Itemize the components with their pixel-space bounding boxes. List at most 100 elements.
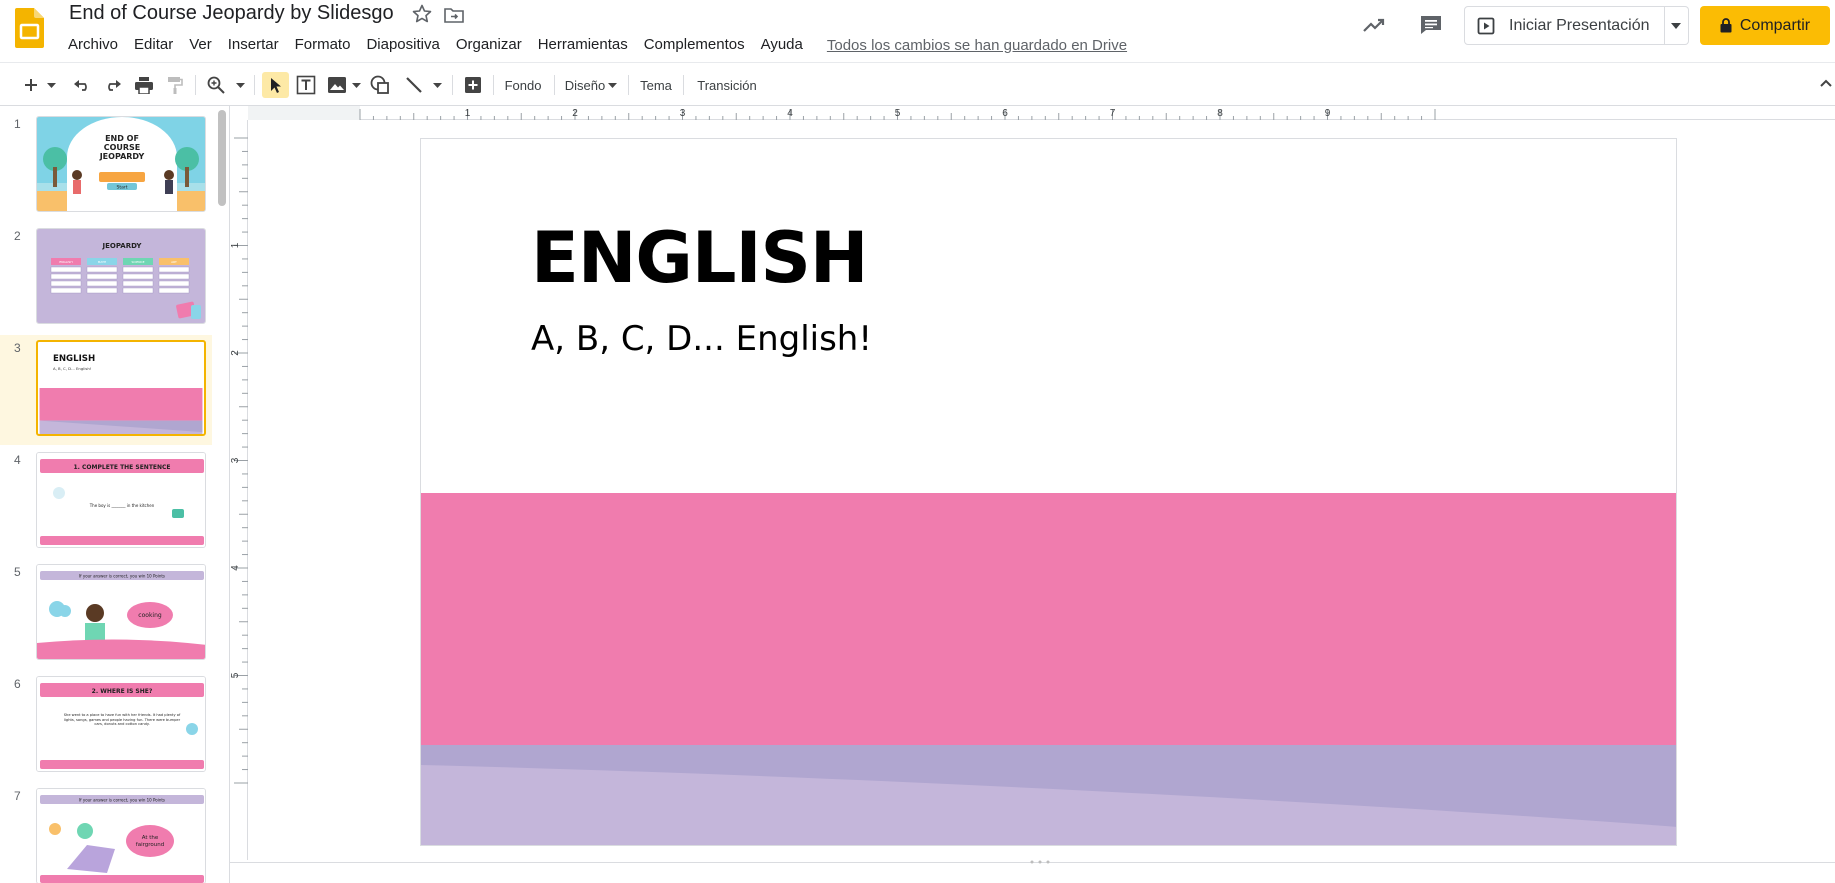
new-slide-button[interactable] [20, 72, 42, 98]
filmstrip-slide-7[interactable]: 7 If your answer is correct, you win 10 … [0, 783, 212, 883]
horizontal-ruler[interactable]: 1 2 3 4 5 6 7 8 9 [248, 106, 1835, 120]
ruler-number: 5 [895, 108, 901, 119]
redo-icon [108, 80, 121, 91]
speaker-notes-handle[interactable] [230, 859, 1835, 883]
insert-image-dropdown[interactable] [350, 72, 362, 98]
slide-title-text[interactable]: ENGLISH [531, 217, 869, 299]
slide-2-title: JEOPARDY [101, 242, 142, 250]
filmstrip-slide-5[interactable]: 5 If your answer is correct, you win 10 … [0, 559, 212, 669]
drag-handle-icon[interactable] [1028, 859, 1052, 865]
column-label: MATH [98, 260, 107, 264]
slide-number: 2 [14, 229, 21, 243]
menu-herramientas[interactable]: Herramientas [530, 34, 636, 56]
caret-down-icon [351, 82, 361, 88]
transition-button[interactable]: Transición [690, 72, 764, 98]
select-tool-button[interactable] [262, 72, 289, 98]
insert-image-button[interactable] [325, 72, 349, 98]
slide-2-illustration: JEOPARDY ENGLISH MATH SCIENCE ART [37, 229, 205, 323]
slide-thumbnail[interactable]: JEOPARDY ENGLISH MATH SCIENCE ART [36, 228, 206, 324]
print-button[interactable] [132, 72, 156, 98]
slide-number: 3 [14, 341, 21, 355]
lilac-wave-shape[interactable] [421, 745, 1677, 846]
redo-button[interactable] [101, 72, 125, 98]
slide-5-bubble: cooking [138, 612, 162, 619]
filmstrip-scrollbar[interactable] [218, 110, 226, 206]
slide-1-start-label: Start [117, 185, 128, 191]
slide-5-banner: If your answer is correct, you win 10 Po… [79, 574, 165, 579]
document-title[interactable]: End of Course Jeopardy by Slidesgo [69, 2, 394, 25]
slide-subtitle-text[interactable]: A, B, C, D... English! [531, 319, 872, 359]
background-button[interactable]: Fondo [498, 72, 548, 98]
paint-roller-icon [168, 77, 183, 94]
current-slide[interactable]: ENGLISH A, B, C, D... English! [420, 138, 1677, 846]
ruler-number: 2 [230, 350, 241, 356]
filmstrip-slide-2[interactable]: 2 JEOPARDY ENGLISH MATH SCIENCE ART [0, 223, 212, 333]
menu-ayuda[interactable]: Ayuda [753, 34, 811, 56]
filmstrip-slide-3[interactable]: 3 ENGLISH A, B, C, D... English! [0, 335, 212, 445]
move-to-folder-icon[interactable] [443, 4, 465, 26]
slide-3-illustration: ENGLISH A, B, C, D... English! [39, 342, 203, 434]
chevron-up-icon[interactable] [1818, 75, 1834, 91]
menu-diapositiva[interactable]: Diapositiva [358, 34, 447, 56]
slide-thumbnail[interactable]: If your answer is correct, you win 10 Po… [36, 564, 206, 660]
slide-thumbnail[interactable]: If your answer is correct, you win 10 Po… [36, 788, 206, 883]
app-header: End of Course Jeopardy by Slidesgo Archi… [0, 0, 1835, 62]
column-label: SCIENCE [131, 260, 144, 264]
zoom-dropdown[interactable] [233, 72, 247, 98]
menu-complementos[interactable]: Complementos [636, 34, 753, 56]
slide-7-banner: If your answer is correct, you win 10 Po… [79, 798, 165, 803]
paint-format-button[interactable] [163, 72, 187, 98]
line-button[interactable] [402, 72, 426, 98]
present-options-dropdown[interactable] [1664, 6, 1689, 45]
ruler-number: 7 [1110, 108, 1116, 119]
star-icon[interactable] [410, 2, 434, 26]
slide-filmstrip: 1 END OF COURSE JEOPARDY Start 2 JEOPARD… [0, 106, 230, 883]
slide-thumbnail[interactable]: 2. WHERE IS SHE? She went to a place to … [36, 676, 206, 772]
zoom-button[interactable] [204, 72, 228, 98]
new-slide-dropdown[interactable] [44, 72, 58, 98]
slide-6-illustration: 2. WHERE IS SHE? She went to a place to … [37, 677, 205, 771]
menu-insertar[interactable]: Insertar [220, 34, 287, 56]
slides-logo-icon[interactable] [15, 8, 44, 48]
theme-button[interactable]: Tema [634, 72, 678, 98]
print-icon [135, 76, 153, 94]
slide-number: 1 [14, 117, 21, 131]
slide-thumbnail[interactable]: 1. COMPLETE THE SENTENCE The boy is ____… [36, 452, 206, 548]
ruler-number: 5 [230, 672, 241, 678]
filmstrip-slide-4[interactable]: 4 1. COMPLETE THE SENTENCE The boy is __… [0, 447, 212, 557]
menu-formato[interactable]: Formato [287, 34, 359, 56]
slide-thumbnail[interactable]: ENGLISH A, B, C, D... English! [36, 340, 206, 436]
save-status-link[interactable]: Todos los cambios se han guardado en Dri… [827, 37, 1127, 54]
shape-button[interactable] [368, 72, 392, 98]
undo-button[interactable] [70, 72, 94, 98]
slide-1-illustration: END OF COURSE JEOPARDY Start [37, 117, 205, 211]
slide-thumbnail[interactable]: END OF COURSE JEOPARDY Start [36, 116, 206, 212]
menu-archivo[interactable]: Archivo [60, 34, 126, 56]
comments-icon[interactable] [1418, 13, 1444, 37]
insert-comment-button[interactable] [461, 72, 485, 98]
caret-down-icon [608, 82, 618, 88]
caret-down-icon [235, 82, 245, 88]
filmstrip-slide-6[interactable]: 6 2. WHERE IS SHE? She went to a place t… [0, 671, 212, 781]
present-button[interactable]: Iniciar Presentación [1464, 6, 1665, 45]
text-box-button[interactable] [294, 72, 318, 98]
activity-trend-icon[interactable] [1361, 13, 1389, 37]
background-label: Fondo [504, 77, 542, 93]
share-button[interactable]: Compartir [1700, 6, 1830, 45]
present-group: Iniciar Presentación [1464, 6, 1689, 45]
pink-band-shape[interactable] [421, 493, 1676, 746]
layout-button[interactable]: Diseño [560, 72, 622, 98]
line-dropdown[interactable] [431, 72, 443, 98]
slide-4-title: 1. COMPLETE THE SENTENCE [73, 464, 170, 471]
menu-organizar[interactable]: Organizar [448, 34, 530, 56]
shape-icon [370, 75, 389, 94]
slide-3-subtitle: A, B, C, D... English! [53, 366, 91, 371]
menu-ver[interactable]: Ver [181, 34, 220, 56]
ruler-number: 8 [1217, 108, 1223, 119]
slide-number: 4 [14, 453, 21, 467]
filmstrip-slide-1[interactable]: 1 END OF COURSE JEOPARDY Start [0, 111, 212, 221]
vertical-ruler[interactable]: 1 2 3 4 5 [230, 120, 248, 860]
slide-1-title: END OF COURSE JEOPARDY [99, 134, 145, 161]
slide-4-body: The boy is _______ in the kitchen [89, 503, 155, 508]
menu-editar[interactable]: Editar [126, 34, 181, 56]
